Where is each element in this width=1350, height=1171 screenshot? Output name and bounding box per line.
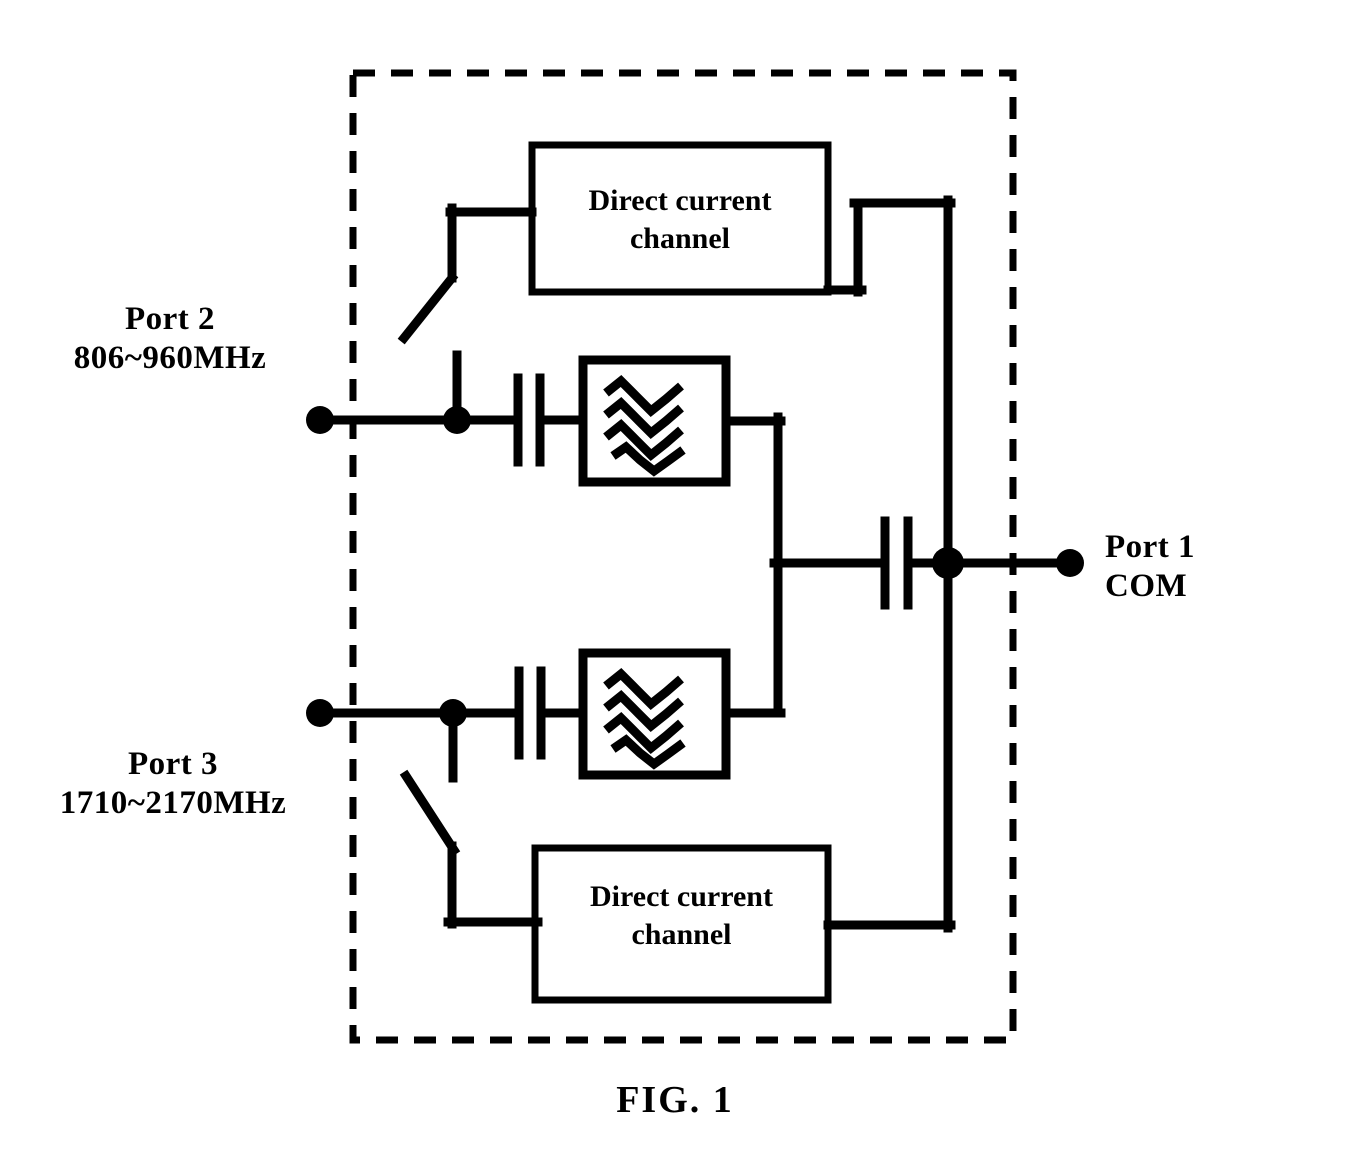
port3-frequency: 1710~2170MHz [59, 784, 287, 821]
port1-name: Port 1 [1105, 529, 1196, 565]
filter-top-block [578, 355, 731, 487]
figure-caption: FIG. 1 [616, 1079, 734, 1121]
dc-top-line2: channel [629, 221, 731, 255]
dc-bottom-line1: Direct current [590, 880, 773, 913]
switch-bottom-blade [399, 769, 461, 857]
port2-name: Port 2 [124, 301, 216, 337]
dc-bottom-block-label: Direct current channel [535, 878, 828, 953]
com-junction-dot [932, 547, 964, 579]
port1-terminal-dot [1056, 549, 1084, 577]
dc-bottom-line2: channel [631, 917, 732, 951]
port2-frequency: 806~960MHz [73, 339, 267, 376]
patent-figure-1: Port 2 806~960MHz Port 3 1710~2170MHz Po… [0, 0, 1350, 1171]
port2-label: Port 2 806~960MHz [20, 300, 320, 378]
filter-bottom-block [578, 648, 731, 780]
port3-label: Port 3 1710~2170MHz [8, 745, 338, 823]
dc-top-line1: Direct current [588, 184, 772, 217]
switch-top-blade [397, 271, 459, 345]
port2-terminal-dot [306, 406, 334, 434]
port1-label: Port 1 COM [1105, 528, 1335, 606]
port1-com: COM [1105, 567, 1188, 604]
port3-name: Port 3 [127, 746, 219, 782]
dc-top-block-label: Direct current channel [532, 182, 828, 257]
port3-terminal-dot [306, 699, 334, 727]
